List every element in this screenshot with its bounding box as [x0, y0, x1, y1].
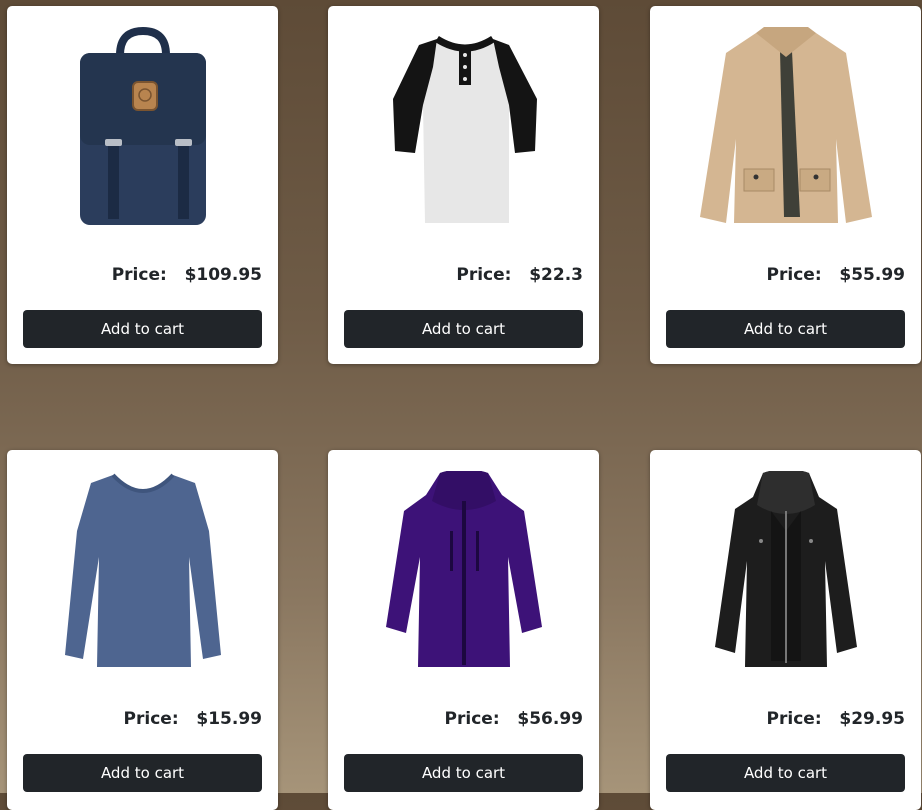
product-card: Price: $15.99 Add to cart: [7, 450, 278, 810]
khaki-cotton-jacket-image: [699, 27, 872, 223]
add-to-cart-button[interactable]: Add to cart: [666, 754, 905, 792]
product-price: Price: $29.95: [767, 709, 905, 729]
price-label: Price:: [766, 709, 822, 729]
product-price: Price: $22.3: [456, 265, 583, 285]
raglan-henley-shirt-image: [392, 35, 537, 223]
product-image[interactable]: [7, 22, 278, 232]
price-value: $56.99: [517, 709, 583, 729]
add-to-cart-button[interactable]: Add to cart: [666, 310, 905, 348]
product-price: Price: $109.95: [112, 265, 262, 285]
navy-backpack-image: [79, 27, 206, 225]
price-value: $15.99: [196, 709, 262, 729]
product-price: Price: $15.99: [124, 709, 262, 729]
blue-longsleeve-tee-image: [64, 473, 221, 667]
product-image[interactable]: [328, 22, 599, 232]
price-value: $109.95: [184, 265, 262, 285]
add-to-cart-button[interactable]: Add to cart: [23, 310, 262, 348]
product-image[interactable]: [7, 466, 278, 676]
black-leather-jacket-image: [714, 471, 857, 667]
price-value: $22.3: [529, 265, 583, 285]
price-value: $55.99: [839, 265, 905, 285]
price-value: $29.95: [839, 709, 905, 729]
price-label: Price:: [456, 265, 512, 285]
price-label: Price:: [123, 709, 179, 729]
product-image[interactable]: [650, 466, 921, 676]
product-card: Price: $56.99 Add to cart: [328, 450, 599, 810]
price-label: Price:: [444, 709, 500, 729]
product-card: Price: $29.95 Add to cart: [650, 450, 921, 810]
product-image[interactable]: [328, 466, 599, 676]
purple-rain-jacket-image: [385, 471, 542, 667]
add-to-cart-button[interactable]: Add to cart: [344, 754, 583, 792]
product-card: Price: $55.99 Add to cart: [650, 6, 921, 364]
product-price: Price: $56.99: [445, 709, 583, 729]
product-card: Price: $109.95 Add to cart: [7, 6, 278, 364]
price-label: Price:: [111, 265, 167, 285]
product-price: Price: $55.99: [767, 265, 905, 285]
price-label: Price:: [766, 265, 822, 285]
add-to-cart-button[interactable]: Add to cart: [344, 310, 583, 348]
product-card: Price: $22.3 Add to cart: [328, 6, 599, 364]
add-to-cart-button[interactable]: Add to cart: [23, 754, 262, 792]
product-image[interactable]: [650, 22, 921, 232]
